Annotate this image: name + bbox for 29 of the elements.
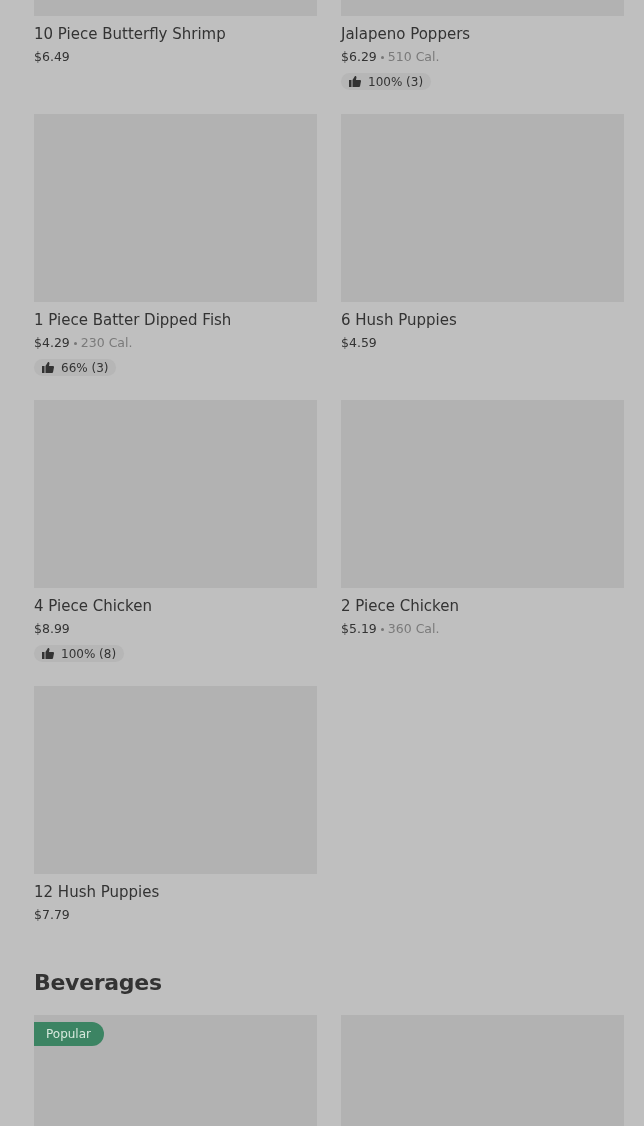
item-calories: 510 Cal. — [387, 48, 440, 66]
image-placeholder[interactable]: Popular — [34, 1015, 317, 1126]
item-price: $6.29 — [341, 48, 377, 66]
item-price: $4.59 — [341, 334, 377, 352]
item-price: $6.49 — [34, 48, 70, 66]
section-heading: Beverages — [34, 969, 163, 997]
separator-dot-icon — [380, 55, 384, 59]
rating-text: 100% (8) — [61, 646, 117, 661]
rating-text: 100% (3) — [368, 74, 424, 89]
item-calories: 230 Cal. — [80, 334, 133, 352]
separator-dot-icon — [380, 627, 384, 631]
thumbs-up-icon — [42, 362, 54, 373]
thumbs-up-icon — [349, 76, 361, 87]
item-name: 12 Hush Puppies — [34, 882, 160, 902]
popular-tag: Popular — [34, 1022, 104, 1046]
item-name: 2 Piece Chicken — [341, 596, 459, 616]
item-price: $7.79 — [34, 906, 70, 924]
separator-dot-icon — [73, 341, 77, 345]
item-name: Jalapeno Poppers — [341, 24, 471, 44]
item-price: $5.19 — [341, 620, 377, 638]
thumbs-up-icon — [42, 648, 54, 659]
item-price: $8.99 — [34, 620, 70, 638]
item-calories: 360 Cal. — [387, 620, 440, 638]
item-name: 1 Piece Batter Dipped Fish — [34, 310, 232, 330]
rating-text: 66% (3) — [61, 360, 109, 375]
item-name: 10 Piece Butterfly Shrimp — [34, 24, 226, 44]
item-name: 6 Hush Puppies — [341, 310, 457, 330]
item-price: $4.29 — [34, 334, 70, 352]
item-name: 4 Piece Chicken — [34, 596, 152, 616]
